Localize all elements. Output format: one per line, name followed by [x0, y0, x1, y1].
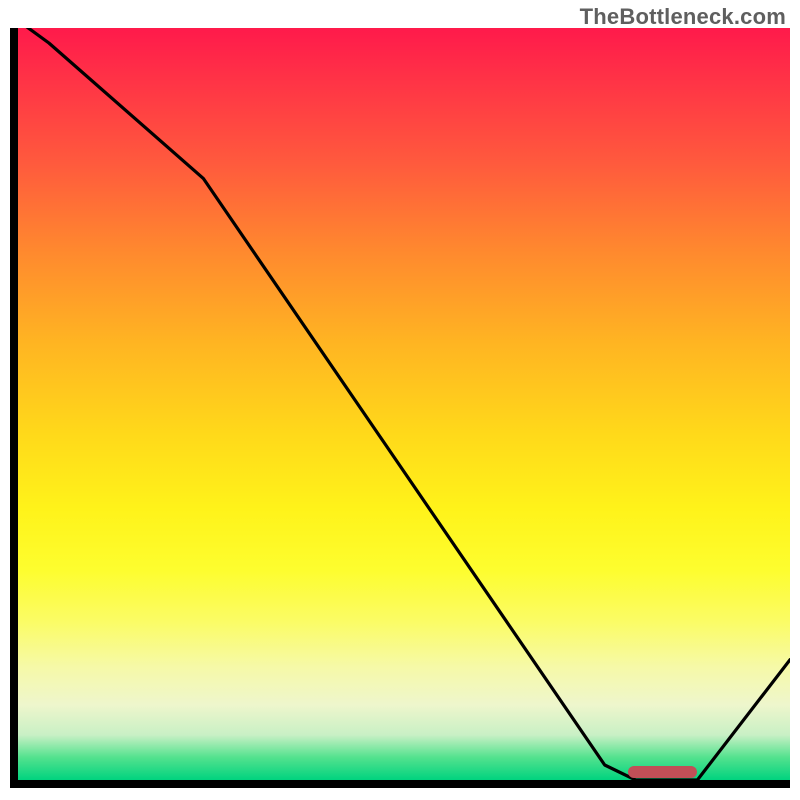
- curve-path: [18, 28, 790, 780]
- minimum-marker: [628, 766, 698, 778]
- plot-area: [18, 28, 790, 780]
- line-curve: [18, 28, 790, 780]
- chart-container: TheBottleneck.com: [0, 0, 800, 800]
- watermark-text: TheBottleneck.com: [580, 4, 786, 30]
- plot-axes: [10, 28, 790, 788]
